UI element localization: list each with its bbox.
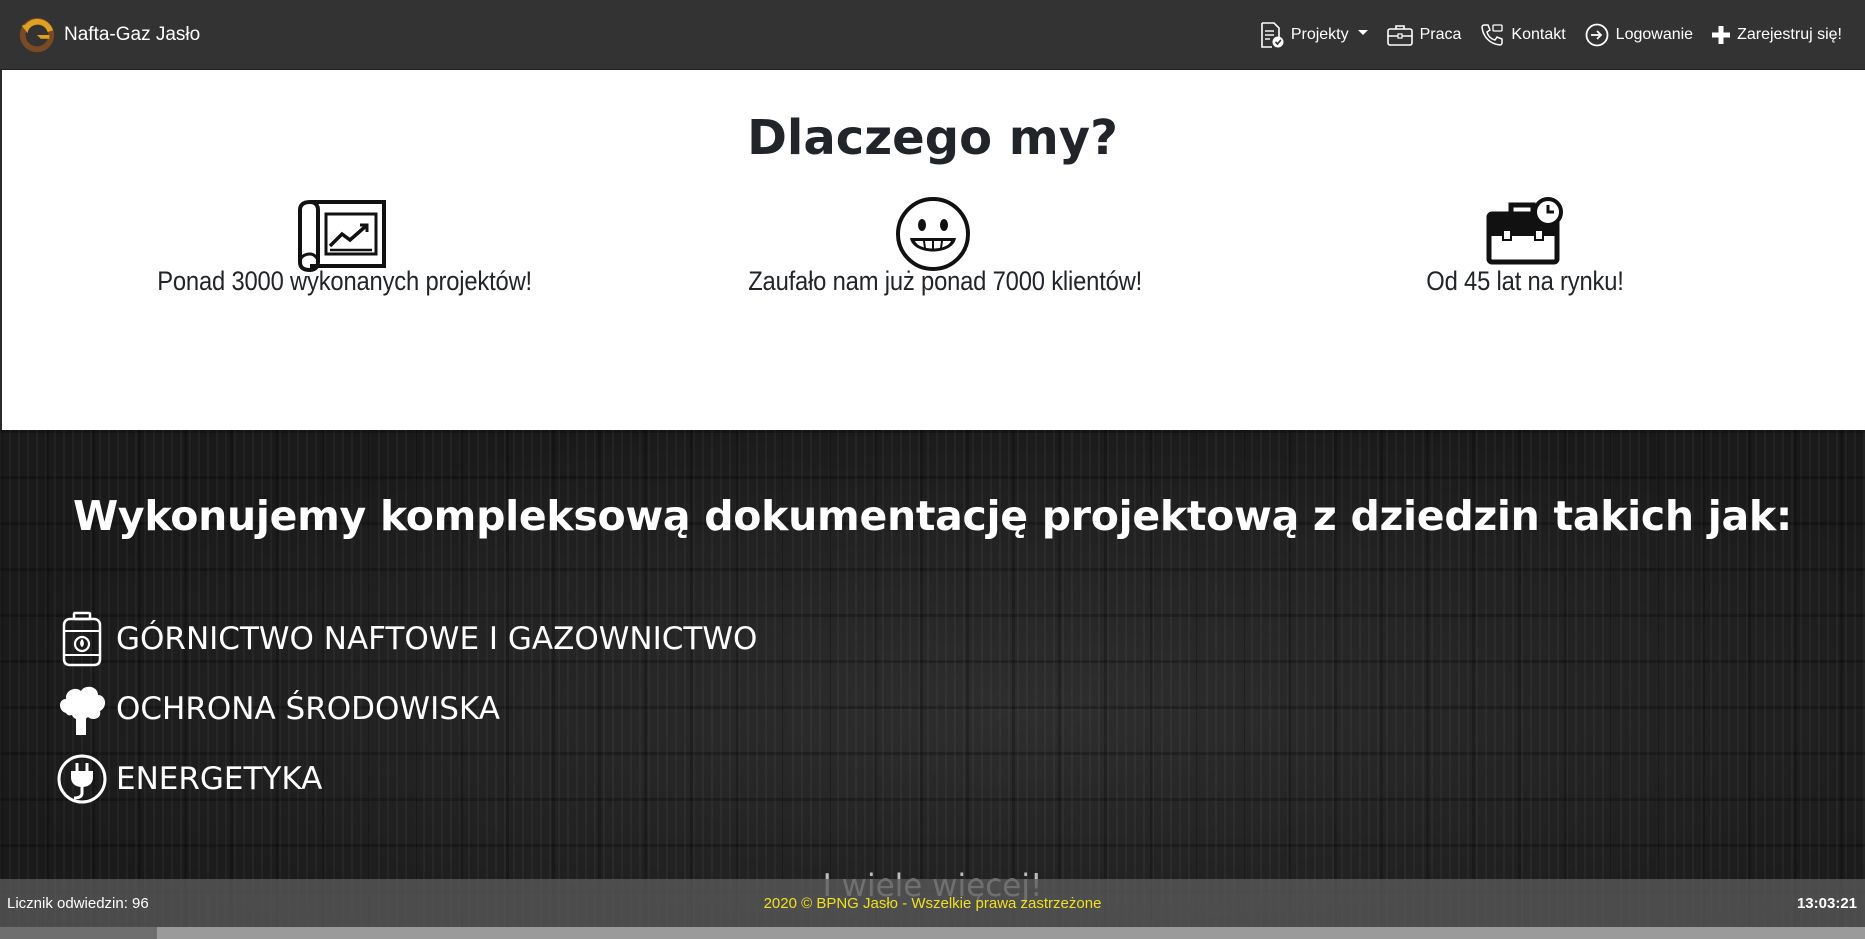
login-icon	[1585, 23, 1609, 46]
feature-projects: Ponad 3000 wykonanych projektów!	[132, 199, 552, 297]
feature-text-projects: Ponad 3000 wykonanych projektów!	[157, 266, 532, 296]
domain-label-oil-gas: GÓRNICTWO NAFTOWE I GAZOWNICTWO	[116, 621, 758, 657]
domain-item-environment: OCHRONA ŚRODOWISKA	[56, 674, 757, 744]
why-us-section: Dlaczego my? Ponad 3000 wykonanych proje…	[0, 70, 1865, 430]
domain-label-energy: ENERGETYKA	[116, 761, 323, 797]
brand-link[interactable]: Nafta-Gaz Jasło	[18, 16, 200, 54]
nav-item-projekty[interactable]: Projekty	[1250, 0, 1377, 70]
nav-item-zarejestruj[interactable]: Zarejestruj się!	[1702, 0, 1851, 70]
feature-years: Od 45 lat na rynku!	[1315, 197, 1735, 297]
phone-icon	[1481, 23, 1504, 46]
brand-logo-icon	[19, 17, 55, 52]
plus-icon	[1712, 25, 1731, 44]
briefcase-icon	[1386, 24, 1413, 46]
briefcase-clock-icon	[1486, 197, 1563, 265]
clock: 13:03:21	[1796, 894, 1857, 912]
nav-label-projekty: Projekty	[1290, 25, 1349, 43]
copyright-text: 2020 © BPNG Jasło - Wszelkie prawa zastr…	[763, 894, 1102, 912]
brand-name: Nafta-Gaz Jasło	[64, 23, 201, 45]
smiley-icon	[896, 197, 970, 271]
document-check-icon	[1261, 21, 1284, 48]
footer-bar: Licznik odwiedzin: 96 2020 © BPNG Jasło …	[0, 879, 1865, 927]
nav-item-kontakt[interactable]: Kontakt	[1470, 0, 1574, 70]
chevron-down-icon	[1357, 30, 1368, 35]
why-us-title: Dlaczego my?	[747, 110, 1118, 166]
nav-label-praca: Praca	[1419, 25, 1462, 43]
domains-title: Wykonujemy kompleksową dokumentację proj…	[73, 492, 1792, 540]
feature-clients: Zaufało nam już ponad 7000 klientów!	[723, 197, 1143, 297]
nav-item-praca[interactable]: Praca	[1377, 0, 1471, 70]
visit-counter: Licznik odwiedzin: 96	[7, 894, 149, 912]
domains-section: Wykonujemy kompleksową dokumentację proj…	[0, 430, 1865, 939]
tree-icon	[60, 686, 106, 736]
nav-item-logowanie[interactable]: Logowanie	[1575, 0, 1702, 70]
gas-cylinder-icon	[62, 611, 102, 667]
feature-text-clients: Zaufało nam już ponad 7000 klientów!	[748, 266, 1143, 296]
domain-item-energy: ENERGETYKA	[56, 744, 757, 814]
scrollbar-thumb[interactable]	[0, 927, 157, 939]
feature-text-years: Od 45 lat na rynku!	[1426, 266, 1624, 296]
domain-item-oil-gas: GÓRNICTWO NAFTOWE I GAZOWNICTWO	[56, 604, 757, 674]
nav-label-logowanie: Logowanie	[1615, 25, 1694, 43]
horizontal-scrollbar[interactable]	[0, 927, 1865, 939]
blueprint-chart-icon	[298, 199, 386, 273]
top-navbar: Nafta-Gaz Jasło Projekty Praca Kontakt L…	[0, 0, 1865, 70]
domain-list: GÓRNICTWO NAFTOWE I GAZOWNICTWO OCHRONA …	[56, 604, 757, 814]
nav-menu: Projekty Praca Kontakt Logowanie Zarejes…	[1250, 0, 1851, 70]
nav-label-zarejestruj: Zarejestruj się!	[1737, 25, 1842, 43]
nav-label-kontakt: Kontakt	[1511, 25, 1566, 43]
plug-icon	[57, 754, 107, 804]
left-edge-divider	[0, 70, 2, 430]
domain-label-environment: OCHRONA ŚRODOWISKA	[116, 691, 500, 727]
